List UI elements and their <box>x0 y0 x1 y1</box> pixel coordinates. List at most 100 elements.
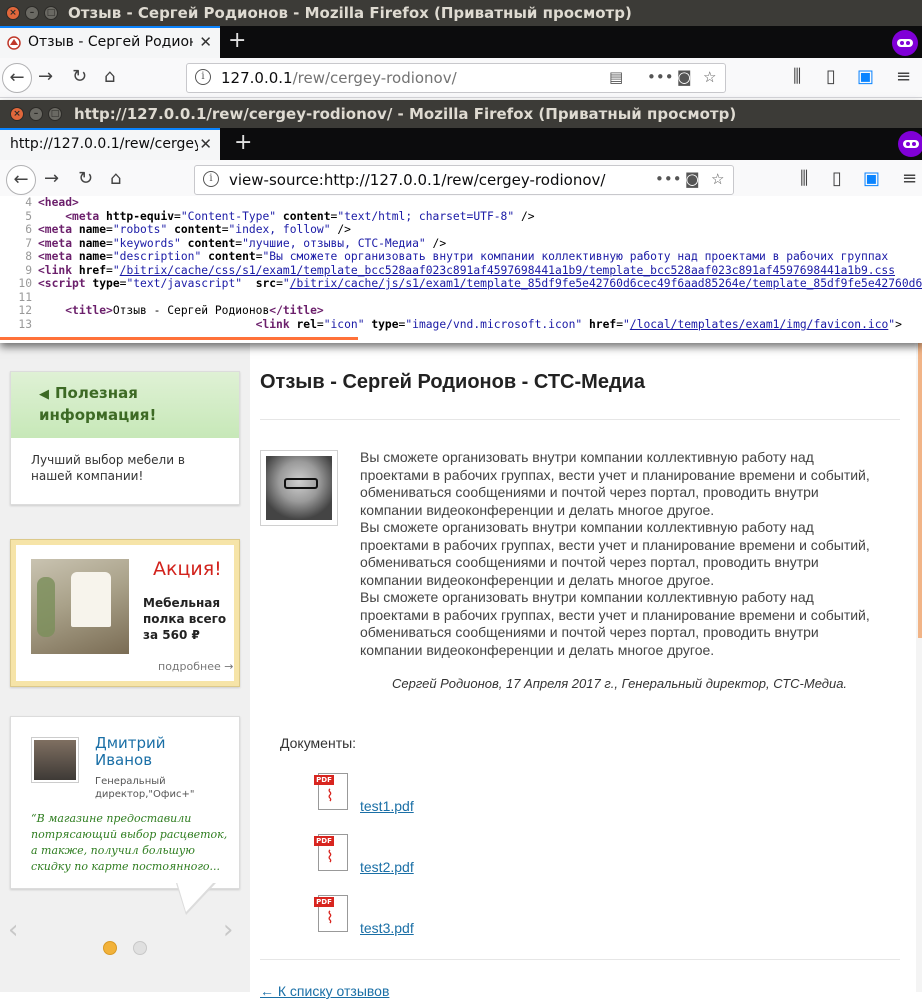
save-icon[interactable]: ▣ <box>863 168 880 189</box>
reader-view-icon[interactable]: ▤ <box>609 68 623 86</box>
slider-prev-arrow-icon[interactable]: ‹ <box>8 915 18 945</box>
popup-maximize-button[interactable]: □ <box>48 107 62 121</box>
source-line: 7 <meta name="keywords" content="лучшие, … <box>0 237 922 251</box>
new-tab-button[interactable]: + <box>228 28 246 53</box>
source-code-view[interactable]: 4 <head> 5 <meta http-equiv="Content-Type"… <box>0 196 922 333</box>
home-button[interactable]: ⌂ <box>104 66 115 87</box>
promo-text: Мебельная полка всего за 560 ₽ <box>143 596 227 642</box>
info-icon[interactable]: i <box>195 69 211 85</box>
slider-dot[interactable] <box>133 941 147 955</box>
popup-minimize-button[interactable]: – <box>29 107 43 121</box>
back-button[interactable]: ← <box>2 63 32 93</box>
bookmark-star-icon[interactable]: ☆ <box>711 170 724 188</box>
source-token: "description" <box>112 250 202 263</box>
pocket-icon[interactable]: ◙ <box>677 68 692 86</box>
promo-image[interactable] <box>31 559 129 654</box>
source-token: <meta <box>38 250 79 263</box>
line-number: 12 <box>18 304 32 317</box>
page-title: Отзыв - Сергей Родионов - СТС-Медиа <box>260 371 646 393</box>
page-load-progress <box>0 337 358 340</box>
source-token[interactable]: /bitrix/cache/js/s1/exam1/template_85df9… <box>290 277 922 290</box>
source-line: 12 <title>Отзыв - Сергей Родионов</title… <box>0 304 922 318</box>
page-scrollbar[interactable] <box>916 343 922 992</box>
close-tab-icon[interactable]: ✕ <box>199 135 212 153</box>
review-paragraph: Вы сможете организовать внутри компании … <box>360 519 870 588</box>
info-icon[interactable]: i <box>203 171 219 187</box>
source-token[interactable]: /local/templates/exam1/img/favicon.ico <box>630 318 888 331</box>
promo-more-link[interactable]: подробнее → <box>158 660 233 673</box>
source-token <box>38 210 65 223</box>
document-link-3[interactable]: test3.pdf <box>360 920 414 936</box>
promo-title: Акция! <box>153 558 222 580</box>
megaphone-icon: ◀ <box>39 387 49 402</box>
popup-address-bar[interactable]: i view-source:http://127.0.0.1/rew/cerge… <box>194 165 734 195</box>
source-token: http-equiv <box>106 209 175 223</box>
home-button[interactable]: ⌂ <box>110 168 121 189</box>
useful-info-text: Лучший выбор мебели в нашей компании! <box>31 453 185 483</box>
source-token: <link <box>38 263 79 277</box>
reload-button[interactable]: ↻ <box>78 168 93 189</box>
tab-review[interactable]: Отзыв - Сергей Родионов ✕ <box>0 26 220 58</box>
review-text: Вы сможете организовать внутри компании … <box>360 449 880 659</box>
source-line: 5 <meta http-equiv="Content-Type" conten… <box>0 210 922 224</box>
close-tab-icon[interactable]: ✕ <box>199 33 212 51</box>
new-tab-button[interactable]: + <box>234 130 252 155</box>
source-token[interactable]: /bitrix/cache/css/s1/exam1/template_bcc5… <box>120 264 895 277</box>
url-host: 127.0.0.1 <box>221 69 293 87</box>
minimize-window-button[interactable]: – <box>25 6 39 20</box>
source-token: Отзыв - Сергей Родионов <box>112 304 270 317</box>
sidebar-icon[interactable]: ▯ <box>826 66 836 87</box>
bookmark-star-icon[interactable]: ☆ <box>703 68 716 86</box>
page-actions-icon[interactable]: ••• <box>647 68 674 86</box>
menu-icon[interactable]: ≡ <box>902 168 917 189</box>
source-token: <script <box>38 277 93 290</box>
popup-tab[interactable]: http://127.0.0.1/rew/cergey ✕ <box>0 128 220 160</box>
page-actions-icon[interactable]: ••• <box>655 170 682 188</box>
source-token: "лучшие, отзывы, СТС-Медиа" <box>242 236 426 250</box>
reviewer-name-link[interactable]: Дмитрий Иванов <box>95 735 175 769</box>
source-line: 9 <link href="/bitrix/cache/css/s1/exam1/… <box>0 264 922 278</box>
source-token: <link <box>255 317 297 331</box>
page-content: ◀ Полезная информация! Лучший выбор мебел… <box>0 343 922 999</box>
document-link-2[interactable]: test2.pdf <box>360 859 414 875</box>
source-token: name <box>78 250 107 263</box>
popup-navigation-toolbar: ← → ↻ ⌂ i view-source:http://127.0.0.1/r… <box>0 160 922 200</box>
forward-button[interactable]: → <box>44 168 59 189</box>
pocket-icon[interactable]: ◙ <box>685 170 700 188</box>
popup-close-button[interactable]: × <box>10 107 24 121</box>
menu-icon[interactable]: ≡ <box>896 66 911 87</box>
author-photo <box>260 450 338 526</box>
source-token: "Content-Type" <box>180 209 277 223</box>
close-window-button[interactable]: × <box>6 6 20 20</box>
source-token: "text/html; charset=UTF-8" <box>337 209 515 223</box>
slider-next-arrow-icon[interactable]: › <box>223 915 233 945</box>
sidebar-icon[interactable]: ▯ <box>832 168 842 189</box>
pdf-icon[interactable]: PDF ⌇ <box>314 832 350 872</box>
maximize-window-button[interactable]: □ <box>44 6 58 20</box>
save-icon[interactable]: ▣ <box>857 66 874 87</box>
source-token: src <box>255 277 277 290</box>
site-favicon-icon <box>7 36 21 50</box>
documents-label: Документы: <box>280 735 357 751</box>
source-token: <meta <box>38 236 79 250</box>
source-token: href <box>78 263 107 277</box>
library-icon[interactable]: ⫼ <box>793 66 801 87</box>
source-token: content <box>187 236 236 250</box>
forward-button[interactable]: → <box>38 66 53 87</box>
back-button[interactable]: ← <box>6 165 36 195</box>
source-token: <title> <box>65 304 113 317</box>
reload-button[interactable]: ↻ <box>72 66 87 87</box>
pdf-icon[interactable]: PDF ⌇ <box>314 771 350 811</box>
back-to-reviews-link[interactable]: ← К списку отзывов <box>260 983 389 999</box>
line-number: 11 <box>18 290 32 304</box>
library-icon[interactable]: ⫼ <box>800 168 808 189</box>
slider-dot-active[interactable] <box>103 941 117 955</box>
document-link-1[interactable]: test1.pdf <box>360 798 414 814</box>
pdf-icon[interactable]: PDF ⌇ <box>314 893 350 933</box>
tab-strip: Отзыв - Сергей Родионов ✕ + <box>0 26 922 58</box>
pdf-badge: PDF <box>314 775 334 785</box>
address-bar[interactable]: i 127.0.0.1/rew/cergey-rodionov/ ▤ ••• ◙… <box>186 63 726 93</box>
pdf-badge: PDF <box>314 836 334 846</box>
promo-box[interactable]: Акция! Мебельная полка всего за 560 ₽ по… <box>10 539 240 687</box>
popup-tab-label: http://127.0.0.1/rew/cergey <box>10 136 198 152</box>
